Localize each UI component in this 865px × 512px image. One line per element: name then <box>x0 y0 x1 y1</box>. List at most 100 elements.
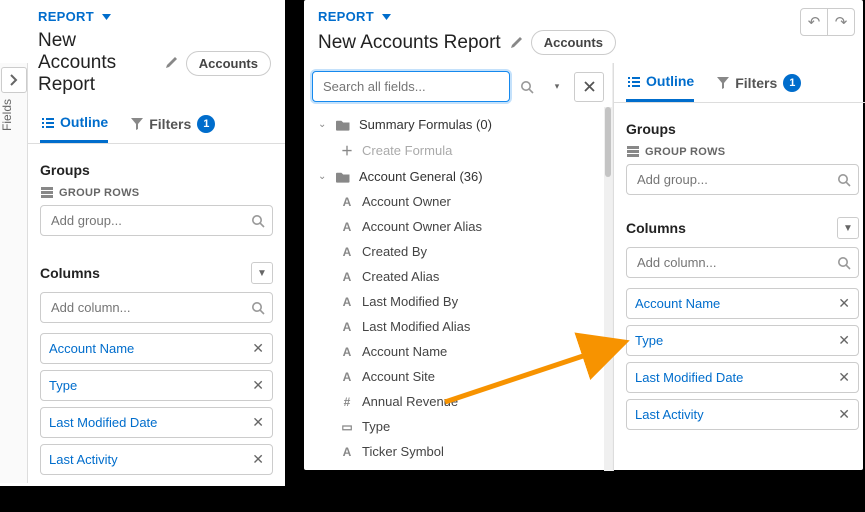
field-type-icon: A <box>340 345 354 359</box>
add-column-input[interactable] <box>626 247 859 278</box>
create-formula-row[interactable]: ＋ Create Formula <box>310 137 606 164</box>
fields-panel: ▾ ⌄ Summary Formulas (0) ＋ Create Formul… <box>304 63 613 471</box>
redo-button[interactable]: ↷ <box>827 8 855 36</box>
undo-button[interactable]: ↶ <box>800 8 828 36</box>
groups-heading: Groups <box>626 121 676 137</box>
tab-outline[interactable]: Outline <box>626 63 694 102</box>
tab-filters-label: Filters <box>735 75 777 91</box>
tab-outline-label: Outline <box>646 73 694 89</box>
pencil-icon[interactable] <box>164 56 178 70</box>
field-label: Last Modified By <box>362 294 458 309</box>
header: REPORT New Accounts Report Accounts <box>0 0 285 104</box>
column-pill-label: Account Name <box>635 296 720 311</box>
search-icon <box>251 214 265 228</box>
column-pill[interactable]: Last Activity ✕ <box>626 399 859 430</box>
field-row[interactable]: A Account Name <box>310 339 606 364</box>
columns-menu-button[interactable]: ▼ <box>251 262 273 284</box>
tab-filters[interactable]: Filters 1 <box>716 63 801 102</box>
panel-expanded: REPORT New Accounts Report Accounts ↶ ↷ … <box>304 0 863 470</box>
remove-column-button[interactable]: ✕ <box>252 414 264 431</box>
tab-outline[interactable]: Outline <box>40 104 108 143</box>
filter-icon <box>130 117 143 130</box>
column-pill-label: Last Activity <box>635 407 704 422</box>
field-type-icon: A <box>340 220 354 234</box>
fields-vertical-tab: Fields <box>0 63 28 483</box>
column-pill[interactable]: Type✕ <box>40 370 273 401</box>
scrollbar[interactable] <box>604 107 612 471</box>
column-pill[interactable]: Last Activity✕ <box>40 444 273 475</box>
add-column-input[interactable] <box>40 292 273 323</box>
search-options-button[interactable]: ▾ <box>544 73 570 101</box>
outline-sidebar: Outline Filters 1 Groups GROUP ROWS <box>613 63 865 471</box>
fields-tab-label[interactable]: Fields <box>0 99 27 131</box>
field-type-icon: A <box>340 270 354 284</box>
field-label: Last Modified Alias <box>362 319 470 334</box>
remove-column-button[interactable]: ✕ <box>838 406 850 423</box>
search-icon <box>251 301 265 315</box>
column-pill[interactable]: Last Modified Date ✕ <box>626 362 859 393</box>
report-label[interactable]: REPORT <box>38 9 94 24</box>
field-label: Created Alias <box>362 269 439 284</box>
list-icon <box>40 116 54 129</box>
remove-column-button[interactable]: ✕ <box>252 451 264 468</box>
field-row[interactable]: #Annual Revenue <box>310 389 606 414</box>
field-row[interactable]: A Ticker Symbol <box>310 439 606 464</box>
remove-column-button[interactable]: ✕ <box>252 340 264 357</box>
field-label: Account Owner <box>362 194 451 209</box>
caret-down-icon[interactable] <box>382 14 391 20</box>
tree-group-summary[interactable]: ⌄ Summary Formulas (0) <box>310 112 606 137</box>
search-fields-input[interactable] <box>312 71 510 102</box>
page-title: New Accounts Report <box>38 30 156 96</box>
field-row[interactable]: ALast Modified By <box>310 289 606 314</box>
close-fields-button[interactable] <box>574 72 604 102</box>
field-row[interactable]: A Created Alias <box>310 264 606 289</box>
tab-filters[interactable]: Filters 1 <box>130 104 215 143</box>
search-icon <box>837 173 851 187</box>
folder-icon <box>336 170 351 184</box>
add-group-input[interactable] <box>40 205 273 236</box>
columns-heading: Columns <box>40 265 100 281</box>
field-row[interactable]: ACreated By <box>310 239 606 264</box>
search-button[interactable] <box>514 73 540 101</box>
field-type-icon: # <box>340 395 354 409</box>
remove-column-button[interactable]: ✕ <box>838 295 850 312</box>
field-row[interactable]: ▭Type <box>310 414 606 439</box>
field-row[interactable]: A Account Owner Alias <box>310 214 606 239</box>
caret-down-icon[interactable] <box>102 14 111 20</box>
field-label: Account Name <box>362 344 447 359</box>
column-pill-label: Last Modified Date <box>635 370 743 385</box>
group-rows-subheading: GROUP ROWS <box>626 145 859 158</box>
column-pill[interactable]: Account Name ✕ <box>626 288 859 319</box>
close-icon <box>584 81 595 92</box>
field-label: Ticker Symbol <box>362 444 444 459</box>
tabbar: Outline Filters 1 <box>28 104 285 144</box>
remove-column-button[interactable]: ✕ <box>252 377 264 394</box>
page-title: New Accounts Report <box>318 32 501 54</box>
field-row[interactable]: AAccount Site <box>310 364 606 389</box>
remove-column-button[interactable]: ✕ <box>838 332 850 349</box>
tree-group-account-general[interactable]: ⌄ Account General (36) <box>310 164 606 189</box>
field-row[interactable]: A Last Modified Alias <box>310 314 606 339</box>
group-rows-subheading: GROUP ROWS <box>40 186 273 199</box>
column-pill[interactable]: Type✕ <box>626 325 859 356</box>
field-label: Account Owner Alias <box>362 219 482 234</box>
expand-fields-button[interactable] <box>1 67 27 93</box>
field-row[interactable]: AAccount Owner <box>310 189 606 214</box>
remove-column-button[interactable]: ✕ <box>838 369 850 386</box>
column-pill[interactable]: Account Name✕ <box>40 333 273 364</box>
field-type-icon: A <box>340 320 354 334</box>
columns-menu-button[interactable]: ▼ <box>837 217 859 239</box>
column-pill[interactable]: Last Modified Date✕ <box>40 407 273 438</box>
tab-filters-label: Filters <box>149 116 191 132</box>
object-badge[interactable]: Accounts <box>531 30 616 55</box>
twisty-icon: ⌄ <box>318 119 328 130</box>
report-label[interactable]: REPORT <box>318 9 374 24</box>
field-type-icon: A <box>340 445 354 459</box>
field-label: Account Site <box>362 369 435 384</box>
tabbar: Outline Filters 1 <box>614 63 865 103</box>
add-group-input[interactable] <box>626 164 859 195</box>
object-badge[interactable]: Accounts <box>186 51 271 76</box>
pencil-icon[interactable] <box>509 36 523 50</box>
groups-heading: Groups <box>40 162 90 178</box>
field-type-icon: A <box>340 245 354 259</box>
